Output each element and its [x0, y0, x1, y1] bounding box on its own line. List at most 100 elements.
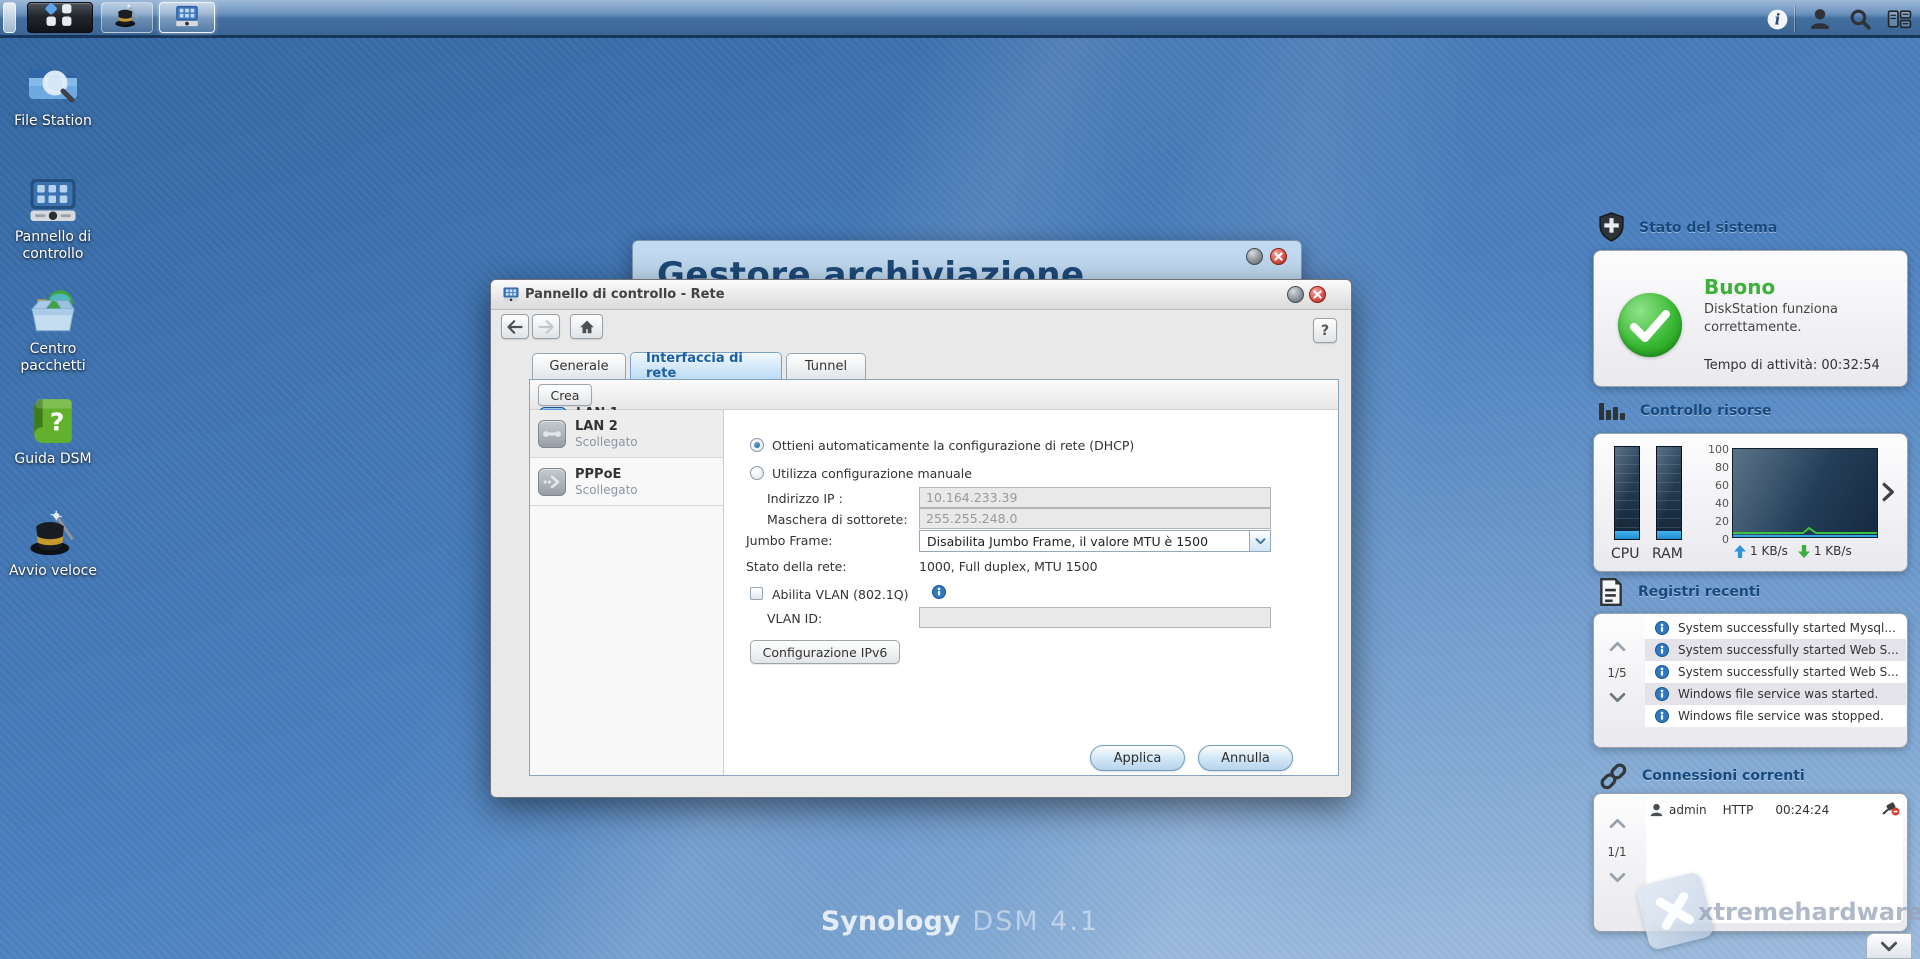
desktop-icon-label: Pannello di controllo	[14, 229, 92, 263]
vlan-id-field	[919, 607, 1271, 628]
disconnect-icon[interactable]	[1882, 801, 1900, 819]
dialog-titlebar[interactable]: Pannello di controllo - Rete	[491, 280, 1351, 310]
log-document-icon	[1600, 577, 1622, 607]
apply-button[interactable]: Applica	[1090, 745, 1185, 771]
minimize-button[interactable]	[1287, 286, 1304, 303]
dhcp-radio[interactable]	[750, 438, 764, 452]
brand-watermark: Synology	[820, 906, 961, 937]
resource-monitor-header: Controllo risorse	[1598, 399, 1772, 423]
resource-detail-chevron[interactable]	[1882, 482, 1895, 506]
tab-tunnel[interactable]: Tunnel	[786, 353, 866, 379]
desktop-icon-file-station[interactable]: File Station	[0, 60, 106, 130]
vlan-checkbox[interactable]	[750, 587, 763, 600]
ipv6-button-label: Configurazione IPv6	[762, 644, 888, 660]
info-icon	[1655, 621, 1669, 635]
ipv6-config-button[interactable]: Configurazione IPv6	[750, 640, 900, 664]
user-menu-button[interactable]	[1805, 4, 1835, 34]
info-icon[interactable]	[932, 585, 946, 602]
forward-button[interactable]	[532, 314, 560, 339]
tab-interfaccia-di-rete[interactable]: Interfaccia di rete	[630, 351, 782, 381]
desktop-icon-label: Guida DSM	[14, 451, 92, 467]
subnet-label: Maschera di sottorete:	[767, 512, 908, 527]
ram-meter[interactable]	[1656, 446, 1682, 540]
taskbar-separator	[1794, 6, 1795, 32]
create-button[interactable]: Crea	[538, 384, 592, 406]
chevron-down-icon	[1249, 531, 1270, 551]
home-button[interactable]	[570, 314, 603, 339]
axis-tick: 60	[1715, 479, 1729, 492]
jumbo-frame-value: Disabilita Jumbo Frame, il valore MTU è …	[927, 534, 1209, 549]
desktop-icon-label: Avvio veloce	[9, 563, 97, 579]
widget-panel-collapse-button[interactable]	[1866, 933, 1912, 959]
tab-generale[interactable]: Generale	[532, 353, 626, 379]
control-panel-icon	[174, 4, 200, 32]
interface-item-lan2[interactable]: LAN 2 Scollegato	[530, 410, 723, 458]
network-traffic-graph[interactable]	[1732, 448, 1878, 538]
axis-tick: 80	[1715, 461, 1729, 474]
info-icon	[1655, 687, 1669, 701]
pilot-view-button[interactable]	[1884, 4, 1914, 34]
system-info-button[interactable]: i	[1762, 4, 1792, 34]
connections-page-up[interactable]	[1600, 818, 1634, 832]
quick-launch-button[interactable]	[101, 2, 153, 33]
desktop: i File Station Pannello di controllo Cen…	[0, 0, 1920, 959]
logs-page-up[interactable]	[1600, 641, 1634, 655]
system-uptime: Tempo di attività: 00:32:54	[1704, 358, 1880, 373]
magic-hat-icon	[113, 3, 141, 33]
jumbo-frame-select[interactable]: Disabilita Jumbo Frame, il valore MTU è …	[919, 530, 1271, 552]
logs-page-down[interactable]	[1600, 692, 1634, 706]
network-speed-row: 1 KB/s 1 KB/s	[1734, 544, 1852, 558]
log-row: Windows file service was started.	[1645, 683, 1906, 705]
help-button[interactable]: ?	[1313, 318, 1337, 343]
connection-user: admin	[1669, 803, 1707, 817]
system-status-header: Stato del sistema	[1598, 212, 1777, 243]
cancel-button[interactable]: Annulla	[1198, 745, 1293, 771]
pppoe-icon	[538, 467, 566, 496]
net-status-value: 1000, Full duplex, MTU 1500	[919, 559, 1098, 574]
back-button[interactable]	[501, 314, 529, 339]
recent-logs-header: Registri recenti	[1598, 577, 1760, 607]
taskbar-control-panel-task[interactable]	[159, 2, 215, 33]
manual-config-radio[interactable]	[750, 466, 764, 480]
show-desktop-button[interactable]	[3, 2, 16, 33]
desktop-icon-dsm-help[interactable]: ? Guida DSM	[0, 396, 106, 468]
apply-button-label: Applica	[1113, 750, 1162, 766]
cancel-button-label: Annulla	[1221, 750, 1270, 766]
cpu-label: CPU	[1611, 546, 1640, 562]
vlan-checkbox-label: Abilita VLAN (802.1Q)	[772, 587, 909, 602]
desktop-icon-control-panel[interactable]: Pannello di controllo	[0, 176, 106, 263]
search-button[interactable]	[1845, 4, 1875, 34]
interface-list: LAN 1 Connesso LAN 2 Scollegato	[530, 406, 724, 775]
interface-item-pppoe[interactable]: PPPoE Scollegato	[530, 458, 723, 506]
package-center-icon	[31, 290, 75, 332]
desktop-icon-package-center[interactable]: Centro pacchetti	[0, 286, 106, 375]
svg-text:?: ?	[50, 407, 65, 436]
close-icon[interactable]	[1270, 248, 1287, 265]
bar-chart-icon	[1599, 403, 1625, 420]
network-interface-panel: Crea LAN 1 Connesso	[529, 379, 1339, 776]
jumbo-frame-label: Jumbo Frame:	[746, 533, 833, 548]
interface-name: LAN 2	[575, 418, 618, 434]
main-menu-button[interactable]	[27, 2, 93, 33]
system-status-value: Buono	[1704, 275, 1776, 299]
close-icon[interactable]	[1309, 286, 1326, 303]
vlan-id-label: VLAN ID:	[767, 611, 823, 626]
info-icon	[1655, 665, 1669, 679]
version-watermark: DSM 4.1	[972, 906, 1100, 937]
cpu-meter[interactable]	[1614, 446, 1640, 540]
logs-page-indicator: 1/5	[1607, 666, 1627, 680]
connection-protocol: HTTP	[1722, 803, 1754, 817]
download-speed: 1 KB/s	[1813, 544, 1852, 558]
help-label: ?	[1320, 322, 1330, 339]
tab-label: Generale	[549, 359, 609, 374]
connection-time: 00:24:24	[1775, 803, 1830, 817]
info-icon: i	[1767, 9, 1787, 29]
interface-name: PPPoE	[575, 466, 622, 482]
connections-page-down[interactable]	[1600, 872, 1634, 886]
info-icon	[1655, 643, 1669, 657]
desktop-icon-quick-start[interactable]: Avvio veloce	[0, 510, 106, 580]
log-text: System successfully started Mysql...	[1678, 621, 1896, 635]
dsm-help-icon: ?	[34, 398, 72, 443]
status-ok-icon	[1618, 293, 1682, 357]
minimize-button[interactable]	[1246, 248, 1263, 265]
